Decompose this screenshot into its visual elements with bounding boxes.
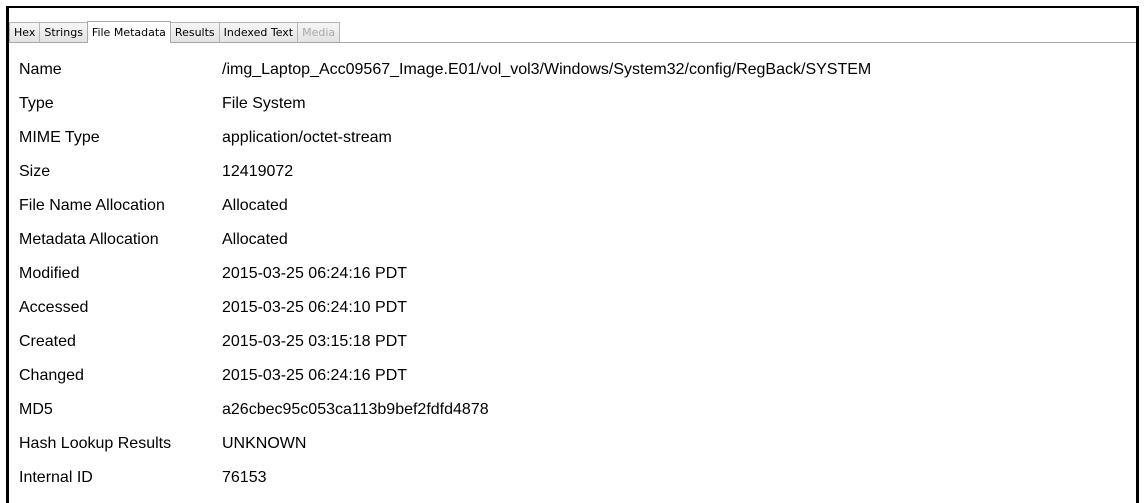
metadata-key: Metadata Allocation [19, 231, 159, 248]
metadata-value: 2015-03-25 03:15:18 PDT [222, 333, 408, 350]
metadata-key: Hash Lookup Results [19, 435, 172, 452]
metadata-key: Internal ID [19, 469, 93, 486]
tab-results[interactable]: Results [169, 22, 220, 42]
metadata-key: Created [19, 333, 76, 350]
table-row: Hash Lookup Results UNKNOWN [19, 427, 871, 461]
metadata-key: Changed [19, 367, 84, 384]
table-row: File Name Allocation Allocated [19, 189, 871, 223]
table-row: Internal ID 76153 [19, 461, 871, 495]
file-metadata-table: Name /img_Laptop_Acc09567_Image.E01/vol_… [19, 53, 871, 495]
metadata-key: Accessed [19, 299, 89, 316]
table-row: Metadata Allocation Allocated [19, 223, 871, 257]
metadata-value: application/octet-stream [222, 129, 392, 146]
table-row: Size 12419072 [19, 155, 871, 189]
metadata-key: Name [19, 61, 62, 78]
metadata-key: Modified [19, 265, 80, 282]
metadata-value: 2015-03-25 06:24:16 PDT [222, 265, 408, 282]
metadata-key: MD5 [19, 401, 53, 418]
table-row: Changed 2015-03-25 06:24:16 PDT [19, 359, 871, 393]
table-row: MD5 a26cbec95c053ca113b9bef2fdfd4878 [19, 393, 871, 427]
table-row: Modified 2015-03-25 06:24:16 PDT [19, 257, 871, 291]
content-viewer-panel: Hex Strings File Metadata Results Indexe… [6, 6, 1139, 503]
tab-strings[interactable]: Strings [39, 22, 88, 42]
metadata-value: UNKNOWN [222, 435, 307, 452]
metadata-value: /img_Laptop_Acc09567_Image.E01/vol_vol3/… [222, 61, 872, 78]
table-row: MIME Type application/octet-stream [19, 121, 871, 155]
metadata-value: a26cbec95c053ca113b9bef2fdfd4878 [222, 401, 489, 418]
metadata-value: 12419072 [222, 163, 294, 180]
tab-media: Media [297, 22, 341, 42]
table-row: Accessed 2015-03-25 06:24:10 PDT [19, 291, 871, 325]
table-row: Created 2015-03-25 03:15:18 PDT [19, 325, 871, 359]
file-metadata-content: Name /img_Laptop_Acc09567_Image.E01/vol_… [9, 43, 1136, 503]
metadata-value: File System [222, 95, 306, 112]
tab-file-metadata[interactable]: File Metadata [86, 21, 171, 43]
metadata-value: 2015-03-25 06:24:10 PDT [222, 299, 408, 316]
tab-indexed-text[interactable]: Indexed Text [218, 22, 299, 42]
metadata-value: Allocated [222, 231, 288, 248]
metadata-value: Allocated [222, 197, 288, 214]
table-row: Name /img_Laptop_Acc09567_Image.E01/vol_… [19, 53, 871, 87]
tab-bar: Hex Strings File Metadata Results Indexe… [9, 8, 1136, 43]
metadata-key: Type [19, 95, 54, 112]
metadata-key: File Name Allocation [19, 197, 165, 214]
metadata-key: MIME Type [19, 129, 100, 146]
table-row: Type File System [19, 87, 871, 121]
metadata-value: 76153 [222, 469, 267, 486]
metadata-value: 2015-03-25 06:24:16 PDT [222, 367, 408, 384]
metadata-key: Size [19, 163, 51, 180]
tab-hex[interactable]: Hex [9, 22, 41, 42]
tab-strip: Hex Strings File Metadata Results Indexe… [9, 20, 1136, 43]
